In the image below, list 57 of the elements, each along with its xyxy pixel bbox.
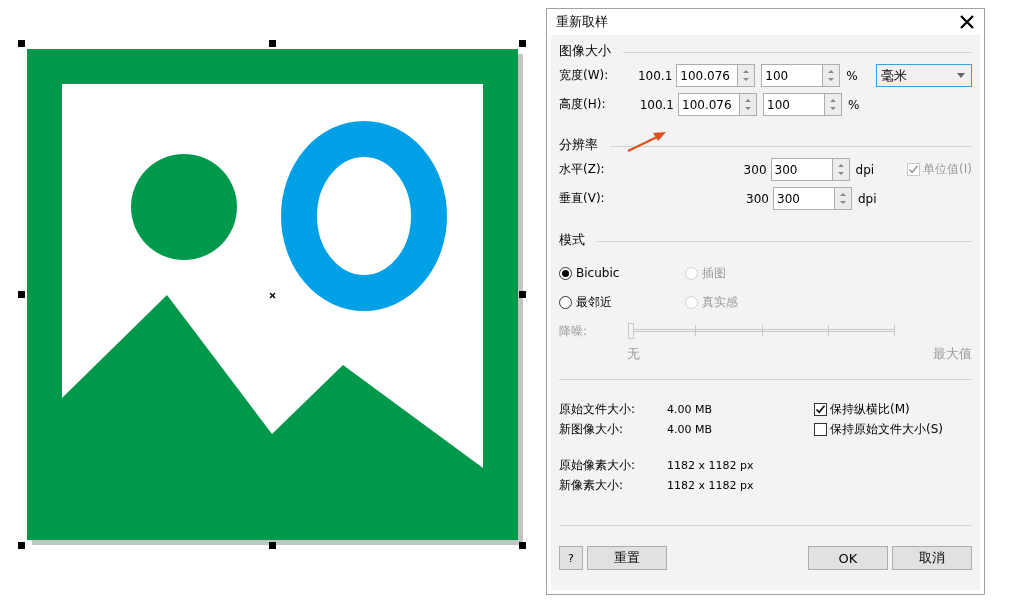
slider-label: 降噪: — [559, 322, 589, 340]
dialog-title: 重新取样 — [556, 13, 608, 31]
checkmark-icon — [908, 164, 920, 175]
reset-button[interactable]: 重置 — [587, 546, 667, 570]
caret-icon — [957, 73, 965, 78]
original-value: 300 — [742, 162, 767, 177]
info-label: 原始像素大小: — [559, 456, 637, 474]
input-field[interactable]: 100 — [761, 64, 824, 87]
help-button[interactable]: ? — [559, 546, 583, 570]
original-value: 300 — [745, 191, 769, 206]
checkbox-label[interactable]: 保持原始文件大小(S) — [830, 420, 943, 438]
close-icon[interactable] — [960, 15, 974, 29]
checkbox-label[interactable]: 保持纵横比(M) — [830, 400, 910, 418]
radio-label[interactable]: Bicubic — [576, 266, 620, 280]
spin-buttons[interactable] — [738, 64, 756, 87]
radio-label[interactable]: 最邻近 — [576, 293, 612, 311]
info-value: 1182 x 1182 px — [667, 458, 754, 472]
input-field[interactable]: 300 — [770, 158, 833, 181]
input-field[interactable]: 100.076 — [676, 64, 739, 87]
unit-label: % — [846, 68, 858, 83]
section-heading: 图像大小 — [559, 42, 611, 60]
info-label: 原始文件大小: — [559, 400, 637, 418]
selected-artwork-drawing[interactable] — [18, 40, 526, 549]
unit-label: dpi — [858, 191, 877, 206]
checkbox[interactable] — [814, 402, 827, 416]
radio-button[interactable] — [559, 266, 572, 280]
radio-button[interactable] — [559, 295, 572, 309]
spin-buttons[interactable] — [823, 64, 841, 87]
spin-buttons[interactable] — [835, 187, 852, 210]
info-label: 新像素大小: — [559, 476, 625, 494]
checkbox[interactable] — [814, 422, 827, 436]
info-value: 4.00 MB — [667, 402, 713, 416]
unit-label: dpi — [855, 162, 875, 177]
section-heading: 模式 — [559, 231, 585, 249]
unit-dropdown[interactable]: 毫米 — [875, 64, 972, 87]
spin-buttons[interactable] — [825, 93, 842, 116]
input-field[interactable]: 100 — [763, 93, 825, 116]
field-label: 水平(Z): — [559, 161, 606, 178]
cancel-button[interactable]: 取消 — [892, 546, 972, 570]
spin-buttons[interactable] — [740, 93, 757, 116]
slider-min-label: 无 — [627, 345, 640, 363]
slider-max-label: 最大值 — [933, 345, 972, 363]
info-value: 1182 x 1182 px — [667, 478, 754, 492]
annotation-arrow — [627, 130, 667, 152]
field-label: 宽度(W): — [559, 67, 610, 84]
input-field[interactable]: 100.076 — [678, 93, 740, 116]
input-field[interactable]: 300 — [773, 187, 835, 210]
info-value: 4.00 MB — [667, 422, 713, 436]
info-label: 新图像大小: — [559, 420, 625, 438]
unit-label: % — [848, 97, 860, 112]
field-label: 垂直(V): — [559, 190, 606, 207]
section-heading: 分辨率 — [559, 136, 598, 154]
original-value: 100.1 — [638, 97, 674, 112]
checkmark-icon — [815, 403, 826, 415]
field-label: 高度(H): — [559, 96, 607, 113]
original-value: 100.1 — [636, 68, 673, 83]
ok-button[interactable]: OK — [808, 546, 888, 570]
